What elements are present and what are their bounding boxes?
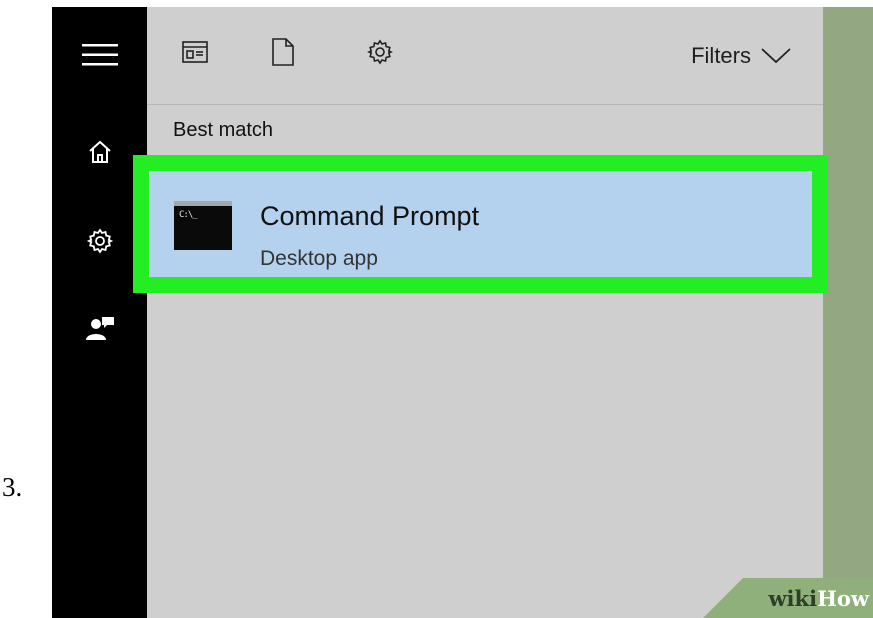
settings-filter-button[interactable]: [363, 37, 397, 71]
start-sidebar: [52, 7, 147, 618]
settings-gear-icon: [366, 38, 394, 71]
home-icon: [87, 139, 113, 170]
apps-filter-button[interactable]: [178, 37, 212, 71]
search-results-panel: Filters Best match: [147, 7, 823, 618]
gear-icon: [86, 227, 114, 260]
result-title: Command Prompt: [260, 201, 480, 231]
filters-dropdown[interactable]: Filters: [691, 43, 791, 69]
filters-label: Filters: [691, 43, 751, 68]
result-command-prompt[interactable]: C:\_ Command Prompt Desktop app: [133, 155, 828, 293]
feedback-button[interactable]: [52, 301, 147, 361]
result-subtitle: Desktop app: [260, 247, 378, 270]
hamburger-menu-icon: [81, 43, 118, 71]
command-prompt-icon-text: C:\_: [179, 210, 198, 220]
step-number: 3.: [2, 472, 23, 502]
apps-icon: [182, 40, 208, 68]
command-prompt-icon: C:\_: [174, 201, 232, 250]
desktop-background-strip: [823, 7, 873, 618]
start-menu-window: Filters Best match C:\_ Command Prompt D…: [52, 7, 873, 618]
best-match-heading: Best match: [173, 119, 274, 141]
hamburger-menu-button[interactable]: [52, 27, 147, 87]
documents-filter-button[interactable]: [266, 37, 300, 71]
chevron-down-icon: [761, 48, 791, 64]
documents-icon: [272, 37, 294, 71]
feedback-icon: [85, 316, 115, 347]
search-toolbar: Filters: [147, 7, 823, 105]
